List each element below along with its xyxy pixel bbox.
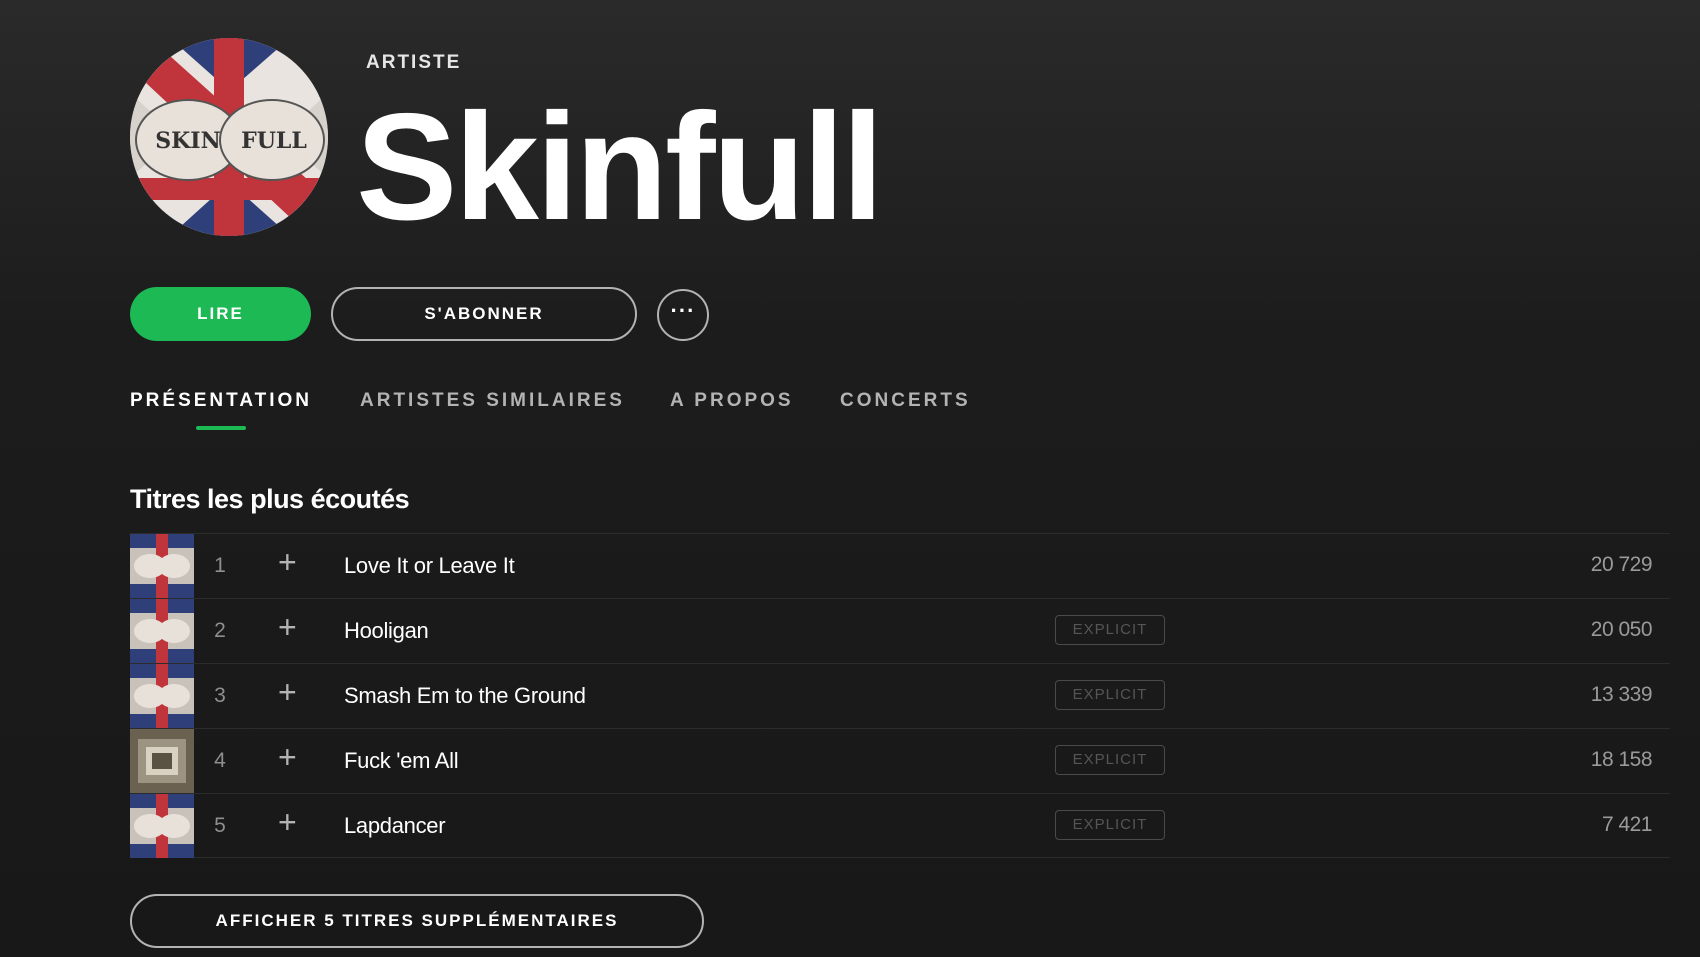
tab-about[interactable]: A PROPOS xyxy=(670,390,794,412)
track-row[interactable]: 3 + Smash Em to the Ground EXPLICIT 13 3… xyxy=(130,663,1670,728)
track-title[interactable]: Love It or Leave It xyxy=(344,553,515,579)
track-title[interactable]: Lapdancer xyxy=(344,813,446,839)
track-play-count: 20 050 xyxy=(1590,618,1653,641)
artist-page: SKIN FULL ARTISTE Skinfull LIRE S'ABONNE… xyxy=(0,0,1700,957)
track-number: 2 xyxy=(214,619,226,642)
track-cover-art xyxy=(130,664,194,728)
avatar-image: SKIN FULL xyxy=(130,38,328,236)
track-title[interactable]: Smash Em to the Ground xyxy=(344,683,586,709)
add-icon[interactable]: + xyxy=(278,739,297,775)
track-play-count: 13 339 xyxy=(1590,683,1653,706)
active-tab-indicator xyxy=(196,426,246,430)
track-row[interactable]: 2 + Hooligan EXPLICIT 20 050 xyxy=(130,598,1670,663)
explicit-badge: EXPLICIT xyxy=(1055,745,1165,775)
track-number: 1 xyxy=(214,554,226,577)
track-play-count: 20 729 xyxy=(1590,553,1653,576)
track-row[interactable]: 5 + Lapdancer EXPLICIT 7 421 xyxy=(130,793,1670,858)
track-play-count: 18 158 xyxy=(1590,748,1653,771)
tab-presentation[interactable]: PRÉSENTATION xyxy=(130,390,312,412)
add-icon[interactable]: + xyxy=(278,544,297,580)
tab-concerts[interactable]: CONCERTS xyxy=(840,390,971,412)
explicit-badge: EXPLICIT xyxy=(1055,615,1165,645)
add-icon[interactable]: + xyxy=(278,804,297,840)
follow-button[interactable]: S'ABONNER xyxy=(331,287,637,341)
track-cover-art xyxy=(130,729,194,793)
track-cover-art xyxy=(130,599,194,663)
track-row[interactable]: 1 + Love It or Leave It 20 729 xyxy=(130,533,1670,598)
track-cover-art xyxy=(130,534,194,598)
svg-text:SKIN: SKIN xyxy=(155,128,220,154)
svg-text:FULL: FULL xyxy=(241,128,307,154)
track-title[interactable]: Hooligan xyxy=(344,618,429,644)
add-icon[interactable]: + xyxy=(278,609,297,645)
play-button[interactable]: LIRE xyxy=(130,287,311,341)
tab-similar-artists[interactable]: ARTISTES SIMILAIRES xyxy=(360,390,625,412)
artist-type-label: ARTISTE xyxy=(366,52,462,73)
popular-track-list: 1 + Love It or Leave It 20 729 2 + Hooli… xyxy=(130,533,1670,858)
explicit-badge: EXPLICIT xyxy=(1055,680,1165,710)
artist-avatar: SKIN FULL xyxy=(130,38,328,236)
track-number: 4 xyxy=(214,749,226,772)
add-icon[interactable]: + xyxy=(278,674,297,710)
popular-tracks-title: Titres les plus écoutés xyxy=(130,484,410,514)
track-number: 5 xyxy=(214,814,226,837)
track-cover-art xyxy=(130,794,194,858)
track-title[interactable]: Fuck 'em All xyxy=(344,748,459,774)
artist-name: Skinfull xyxy=(356,82,884,252)
explicit-badge: EXPLICIT xyxy=(1055,810,1165,840)
ellipsis-icon: ··· xyxy=(670,298,696,323)
track-number: 3 xyxy=(214,684,226,707)
show-more-tracks-button[interactable]: AFFICHER 5 TITRES SUPPLÉMENTAIRES xyxy=(130,894,704,948)
track-row[interactable]: 4 + Fuck 'em All EXPLICIT 18 158 xyxy=(130,728,1670,793)
more-options-button[interactable]: ··· xyxy=(657,289,709,341)
track-play-count: 7 421 xyxy=(1601,813,1653,836)
